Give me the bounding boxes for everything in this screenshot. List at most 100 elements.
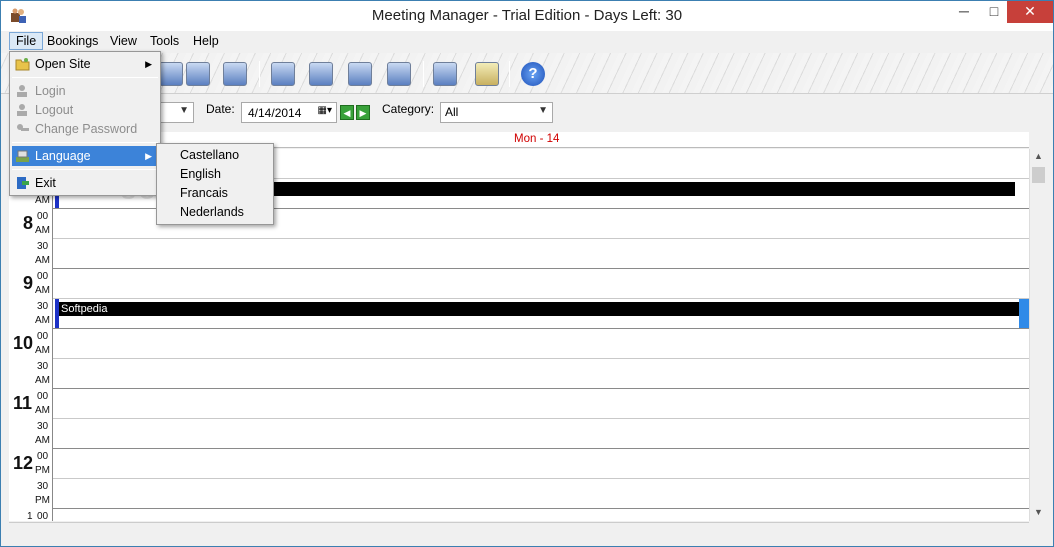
exit-icon: [17, 177, 29, 189]
menu-login-label: Login: [35, 84, 66, 98]
date-label: Date:: [206, 102, 235, 116]
grid-line: [53, 358, 1029, 359]
calendar-icon[interactable]: [309, 62, 333, 86]
refresh-icon[interactable]: [271, 62, 295, 86]
hour-label: 1: [27, 511, 33, 521]
grid-line: [53, 238, 1029, 239]
title-bar: Meeting Manager - Trial Edition - Days L…: [1, 1, 1053, 31]
menu-exit-label: Exit: [35, 176, 56, 190]
category-select[interactable]: All ▼: [440, 102, 553, 123]
report-icon[interactable]: [475, 62, 499, 86]
menu-login[interactable]: Login: [12, 81, 158, 101]
booking-title: Softpedia: [59, 302, 1019, 316]
hour-label: 10: [13, 333, 34, 353]
ampm-label: AM: [35, 315, 50, 326]
language-option[interactable]: Castellano: [159, 146, 271, 165]
ampm-label: PM: [35, 495, 50, 506]
hour-label: 9: [23, 273, 34, 293]
menu-language[interactable]: Language ▶: [12, 146, 158, 166]
rooms-icon[interactable]: [348, 62, 372, 86]
minute-label: 30: [37, 421, 49, 432]
minute-label: 00: [37, 451, 49, 462]
app-window: Meeting Manager - Trial Edition - Days L…: [0, 0, 1054, 547]
day-label: Mon - 14: [514, 133, 560, 145]
day-view-icon[interactable]: [387, 62, 411, 86]
minute-label: 30: [37, 361, 49, 372]
menu-file[interactable]: File: [9, 32, 44, 50]
menu-language-label: Language: [35, 149, 91, 163]
menu-bar: File Bookings View Tools Help: [1, 31, 1053, 52]
prev-day-button[interactable]: ◀: [340, 105, 354, 120]
login-icon: [17, 85, 27, 97]
menu-change-password-label: Change Password: [35, 122, 138, 136]
menu-change-password[interactable]: Change Password: [12, 119, 158, 139]
help-icon[interactable]: ?: [521, 62, 545, 86]
maximize-button[interactable]: □: [979, 1, 1009, 23]
menu-separator: [12, 142, 158, 143]
scroll-down-icon[interactable]: ▼: [1030, 507, 1047, 517]
language-submenu: Castellano English Francais Nederlands: [156, 143, 274, 225]
time-column: 30 AM 8 00 AM 30 AM 9 00 AM 30 AM 10 00 …: [9, 149, 53, 521]
close-button[interactable]: ✕: [1007, 1, 1053, 23]
menu-help[interactable]: Help: [187, 33, 225, 51]
toolbar-separator: [259, 61, 260, 87]
search-icon[interactable]: [433, 62, 457, 86]
category-value: All: [445, 105, 459, 119]
language-option[interactable]: Nederlands: [159, 203, 271, 222]
minute-label: 00: [37, 271, 49, 282]
category-label: Category:: [382, 102, 435, 116]
scroll-up-icon[interactable]: ▲: [1030, 151, 1047, 161]
minimize-button[interactable]: ─: [949, 1, 979, 23]
menu-exit[interactable]: Exit: [12, 173, 158, 193]
file-menu-dropdown: Open Site ▶ Login Logout Change Password…: [9, 51, 161, 196]
booking-resize-handle[interactable]: [1019, 299, 1029, 328]
date-value: 4/14/2014: [248, 106, 302, 120]
chevron-down-icon: ▼: [179, 105, 189, 116]
toolbar-separator: [423, 61, 424, 87]
menu-separator: [12, 77, 158, 78]
grid-line: [53, 328, 1029, 329]
hour-label: 8: [23, 213, 34, 233]
minute-label: 00: [37, 391, 49, 402]
next-day-button[interactable]: ▶: [356, 105, 370, 120]
folder-icon: [15, 58, 30, 71]
menu-logout[interactable]: Logout: [12, 100, 158, 120]
month-view-icon[interactable]: [223, 62, 247, 86]
ampm-label: AM: [35, 225, 50, 236]
grid-line: [53, 388, 1029, 389]
minute-label: 00: [37, 331, 49, 342]
week-view-icon[interactable]: [186, 62, 210, 86]
minute-label: 30: [37, 481, 49, 492]
menu-separator: [12, 169, 158, 170]
minute-label: 30: [37, 241, 49, 252]
language-option[interactable]: English: [159, 165, 271, 184]
minute-label: 30: [37, 301, 49, 312]
menu-open-site[interactable]: Open Site ▶: [12, 54, 158, 74]
menu-bookings[interactable]: Bookings: [41, 33, 104, 51]
language-option[interactable]: Francais: [159, 184, 271, 203]
ampm-label: AM: [35, 195, 50, 206]
new-booking-button[interactable]: [159, 62, 183, 86]
language-icon: [16, 150, 29, 162]
hour-label: 11: [13, 393, 33, 413]
ampm-label: AM: [35, 405, 50, 416]
ampm-label: AM: [35, 435, 50, 446]
scroll-thumb[interactable]: [1032, 167, 1045, 183]
date-picker[interactable]: 4/14/2014 ▦▾: [241, 102, 337, 123]
booking-block[interactable]: Softpedia: [55, 299, 1029, 328]
menu-view[interactable]: View: [104, 33, 143, 51]
calendar-dropdown-icon[interactable]: ▦▾: [318, 105, 332, 116]
menu-tools[interactable]: Tools: [144, 33, 185, 51]
vertical-scrollbar[interactable]: ▲ ▼: [1029, 149, 1046, 521]
submenu-arrow-icon: ▶: [145, 151, 152, 161]
ampm-label: AM: [35, 375, 50, 386]
grid-line: [53, 268, 1029, 269]
horizontal-scrollbar[interactable]: [9, 522, 1029, 536]
minute-label: 00: [37, 211, 49, 222]
ampm-label: AM: [35, 285, 50, 296]
ampm-label: AM: [35, 345, 50, 356]
chevron-down-icon: ▼: [538, 105, 548, 116]
toolbar-separator: [509, 61, 510, 87]
menu-logout-label: Logout: [35, 103, 74, 117]
grid-line: [53, 478, 1029, 479]
